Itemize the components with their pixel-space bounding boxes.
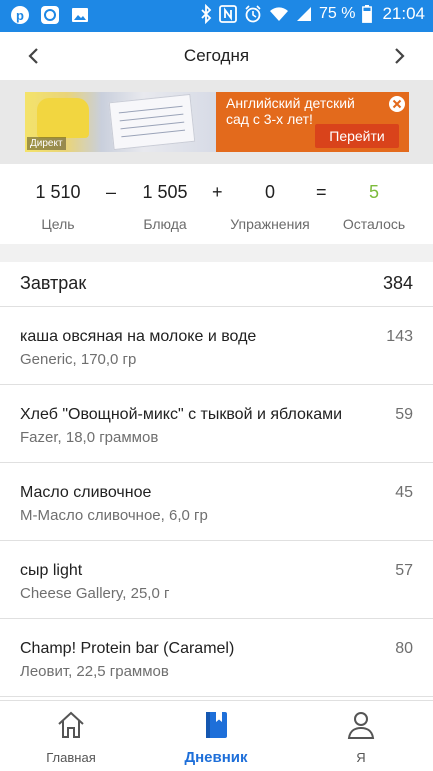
food-details: Fazer, 18,0 граммов bbox=[20, 429, 159, 446]
food-name: Хлеб "Овощной-микс" с тыквой и яблоками bbox=[20, 406, 343, 423]
food-calories: 59 bbox=[395, 406, 413, 423]
ad-image: Директ bbox=[25, 92, 216, 152]
close-icon[interactable] bbox=[388, 95, 406, 113]
date-navigator: Сегодня bbox=[0, 32, 433, 80]
calorie-summary: 1 510 Цель – 1 505 Блюда + 0 Упражнения … bbox=[0, 164, 433, 250]
exercise-cell: 0 Упражнения bbox=[224, 180, 316, 232]
nfc-icon bbox=[219, 5, 237, 23]
date-title: Сегодня bbox=[183, 46, 250, 65]
food-item[interactable]: сыр light Cheese Gallery, 25,0 г 57 bbox=[0, 541, 433, 619]
food-item[interactable]: Масло сливочное М-Масло сливочное, 6,0 г… bbox=[0, 463, 433, 541]
status-bar: p 75 % 21:04 bbox=[0, 0, 433, 32]
image-icon bbox=[70, 5, 90, 25]
food-details: Леовит, 22,5 граммов bbox=[20, 663, 169, 680]
goal-value: 1 510 bbox=[35, 182, 81, 202]
bluetooth-icon bbox=[201, 4, 212, 24]
goal-label: Цель bbox=[41, 216, 75, 232]
meal-title: Завтрак bbox=[20, 273, 87, 293]
diary-book-icon bbox=[206, 712, 227, 738]
home-icon bbox=[58, 711, 84, 738]
tab-me[interactable]: Я bbox=[301, 709, 421, 765]
ad-go-button[interactable]: Перейти bbox=[315, 124, 399, 148]
bottom-navigation: Главная Дневник Я bbox=[0, 700, 433, 771]
mfp-app-icon bbox=[40, 5, 60, 25]
ad-area: Директ Английский детский сад с 3-х лет!… bbox=[0, 80, 433, 164]
food-cell: 1 505 Блюда bbox=[125, 180, 205, 232]
ad-text: Английский детский сад с 3-х лет! bbox=[226, 95, 355, 127]
remaining-label: Осталось bbox=[342, 216, 406, 232]
food-details: Cheese Gallery, 25,0 г bbox=[20, 585, 170, 602]
tab-home[interactable]: Главная bbox=[11, 709, 131, 765]
remaining-value: 5 bbox=[368, 182, 379, 202]
food-item[interactable]: Champ! Protein bar (Caramel) Леовит, 22,… bbox=[0, 619, 433, 697]
food-item[interactable]: каша овсяная на молоке и воде Generic, 1… bbox=[0, 307, 433, 385]
food-item[interactable]: Хлеб "Овощной-микс" с тыквой и яблоками … bbox=[0, 385, 433, 463]
clock: 21:04 bbox=[382, 4, 425, 23]
food-calories: 45 bbox=[395, 484, 413, 501]
food-name: сыр light bbox=[20, 562, 83, 579]
signal-icon bbox=[296, 7, 311, 21]
tab-home-label: Главная bbox=[46, 750, 96, 765]
equals-sign: = bbox=[316, 182, 327, 202]
minus-sign: – bbox=[106, 182, 117, 202]
plus-sign: + bbox=[212, 182, 223, 202]
tab-me-label: Я bbox=[356, 750, 366, 765]
food-calories: 57 bbox=[395, 562, 413, 579]
tab-diary[interactable]: Дневник bbox=[156, 709, 276, 766]
tab-diary-label: Дневник bbox=[184, 749, 248, 766]
food-name: каша овсяная на молоке и воде bbox=[20, 328, 257, 345]
user-icon bbox=[347, 712, 375, 739]
pinterest-icon: p bbox=[10, 5, 30, 25]
exercise-label: Упражнения bbox=[230, 216, 310, 232]
battery-icon bbox=[362, 5, 373, 23]
food-details: Generic, 170,0 гр bbox=[20, 351, 137, 368]
food-value: 1 505 bbox=[142, 182, 188, 202]
chevron-right-icon[interactable] bbox=[387, 44, 411, 68]
ad-banner[interactable]: Директ Английский детский сад с 3-х лет!… bbox=[25, 92, 409, 152]
battery-percent: 75 % bbox=[318, 5, 356, 22]
section-divider bbox=[0, 244, 433, 262]
food-calories: 143 bbox=[386, 328, 413, 345]
meal-section: Завтрак 384 каша овсяная на молоке и вод… bbox=[0, 262, 433, 697]
meal-header[interactable]: Завтрак 384 bbox=[0, 262, 433, 307]
food-name: Масло сливочное bbox=[20, 484, 152, 501]
food-name: Champ! Protein bar (Caramel) bbox=[20, 640, 235, 657]
svg-text:p: p bbox=[16, 8, 24, 23]
food-details: М-Масло сливочное, 6,0 гр bbox=[20, 507, 208, 524]
meal-total: 384 bbox=[382, 273, 413, 293]
status-system: 75 % 21:04 bbox=[200, 4, 425, 24]
food-calories: 80 bbox=[395, 640, 413, 657]
exercise-value: 0 bbox=[264, 182, 275, 202]
ad-label: Директ bbox=[27, 137, 66, 150]
food-label: Блюда bbox=[143, 216, 187, 232]
wifi-icon bbox=[269, 7, 288, 22]
goal-cell: 1 510 Цель bbox=[18, 180, 98, 232]
status-notifications: p bbox=[10, 5, 90, 25]
alarm-icon bbox=[245, 5, 261, 23]
remaining-cell: 5 Осталось bbox=[336, 180, 412, 232]
